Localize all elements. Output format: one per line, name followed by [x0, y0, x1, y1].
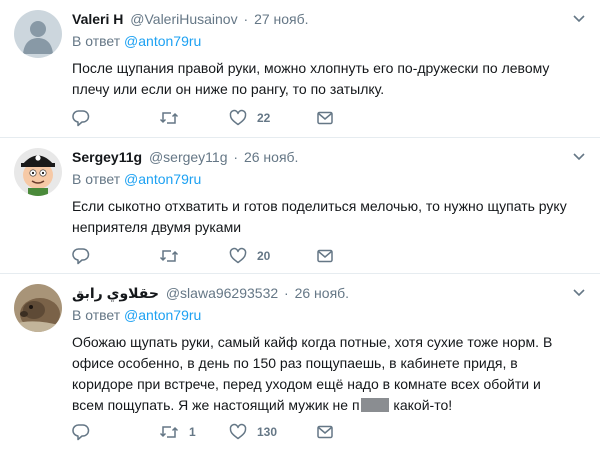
- tweet[interactable]: حقلاوي رابق @slawa96293532 · 26 нояб. В …: [0, 274, 600, 450]
- tweet-text: После щупания правой руки, можно хлопнут…: [72, 60, 550, 97]
- like-button[interactable]: 130: [229, 422, 316, 442]
- envelope-icon: [317, 425, 333, 439]
- user-handle[interactable]: @ValeriHusainov: [130, 11, 237, 27]
- heart-icon: [229, 423, 247, 440]
- reply-button[interactable]: [72, 422, 159, 442]
- envelope-icon: [317, 111, 333, 125]
- like-button[interactable]: 22: [229, 108, 316, 128]
- separator-dot: ·: [233, 149, 239, 165]
- separator-dot: ·: [284, 285, 289, 301]
- chevron-down-icon[interactable]: [572, 288, 586, 298]
- pirate-cartoon-avatar-icon: [14, 148, 62, 196]
- censored-word-block: [360, 398, 389, 412]
- tweet[interactable]: Sergey11g @sergey11g · 26 нояб. В ответ …: [0, 138, 600, 274]
- reply-prefix: В ответ: [72, 307, 121, 323]
- reply-handle-link[interactable]: @anton79ru: [124, 171, 201, 187]
- reply-icon: [72, 424, 90, 441]
- user-handle[interactable]: @sergey11g: [149, 149, 228, 165]
- retweet-button[interactable]: [159, 246, 229, 266]
- reply-button[interactable]: [72, 246, 159, 266]
- heart-icon: [229, 247, 247, 264]
- default-avatar-icon: [14, 10, 62, 58]
- display-name[interactable]: حقلاوي رابق: [72, 285, 159, 301]
- tweet-actions: 22: [72, 108, 334, 128]
- like-count: 20: [257, 249, 271, 263]
- retweet-button[interactable]: [159, 108, 229, 128]
- reply-button[interactable]: [72, 108, 159, 128]
- like-button[interactable]: 20: [229, 246, 316, 266]
- envelope-icon: [317, 249, 333, 263]
- direct-message-button[interactable]: [316, 108, 334, 128]
- display-name[interactable]: Valeri H: [72, 11, 123, 27]
- tweet-header: Valeri H @ValeriHusainov · 27 нояб.: [72, 10, 586, 28]
- retweet-icon: [159, 250, 179, 262]
- reply-icon: [72, 110, 90, 127]
- tweet-actions: 20: [72, 246, 334, 266]
- display-name[interactable]: Sergey11g: [72, 149, 142, 165]
- user-handle[interactable]: @slawa96293532: [166, 285, 278, 301]
- tweet[interactable]: Valeri H @ValeriHusainov · 27 нояб. В от…: [0, 0, 600, 138]
- reply-prefix: В ответ: [72, 171, 121, 187]
- tweet-header: Sergey11g @sergey11g · 26 нояб.: [72, 148, 586, 166]
- tweet-header: حقلاوي رابق @slawa96293532 · 26 нояб.: [72, 284, 586, 302]
- reply-context: В ответ @anton79ru: [72, 32, 586, 50]
- retweet-icon: [159, 426, 179, 438]
- tweet-date[interactable]: 27 нояб.: [254, 11, 308, 27]
- chevron-down-icon[interactable]: [572, 152, 586, 162]
- animal-photo-avatar-icon: [14, 284, 62, 332]
- tweet-date[interactable]: 26 нояб.: [244, 149, 298, 165]
- reply-context: В ответ @anton79ru: [72, 306, 586, 324]
- reply-handle-link[interactable]: @anton79ru: [124, 33, 201, 49]
- tweet-actions: 1 130: [72, 422, 334, 442]
- like-count: 130: [257, 425, 278, 439]
- chevron-down-icon[interactable]: [572, 14, 586, 24]
- tweet-date[interactable]: 26 нояб.: [295, 285, 349, 301]
- reply-context: В ответ @anton79ru: [72, 170, 586, 188]
- avatar[interactable]: [14, 284, 62, 332]
- direct-message-button[interactable]: [316, 246, 334, 266]
- retweet-count: 1: [189, 425, 196, 439]
- reply-prefix: В ответ: [72, 33, 121, 49]
- avatar[interactable]: [14, 10, 62, 58]
- reply-icon: [72, 248, 90, 265]
- tweet-text-part: какой-то!: [389, 397, 453, 413]
- heart-icon: [229, 109, 247, 126]
- reply-handle-link[interactable]: @anton79ru: [124, 307, 201, 323]
- retweet-icon: [159, 112, 179, 124]
- avatar[interactable]: [14, 148, 62, 196]
- tweet-text: Если сыкотно отхватить и готов поделитьс…: [72, 198, 567, 235]
- tweet-text: Обожаю щупать руки, самый кайф когда пот…: [72, 332, 572, 416]
- direct-message-button[interactable]: [316, 422, 334, 442]
- tweet-text-part: Обожаю щупать руки, самый кайф когда пот…: [72, 334, 553, 413]
- separator-dot: ·: [243, 11, 249, 27]
- retweet-button[interactable]: 1: [159, 422, 229, 442]
- like-count: 22: [257, 111, 271, 125]
